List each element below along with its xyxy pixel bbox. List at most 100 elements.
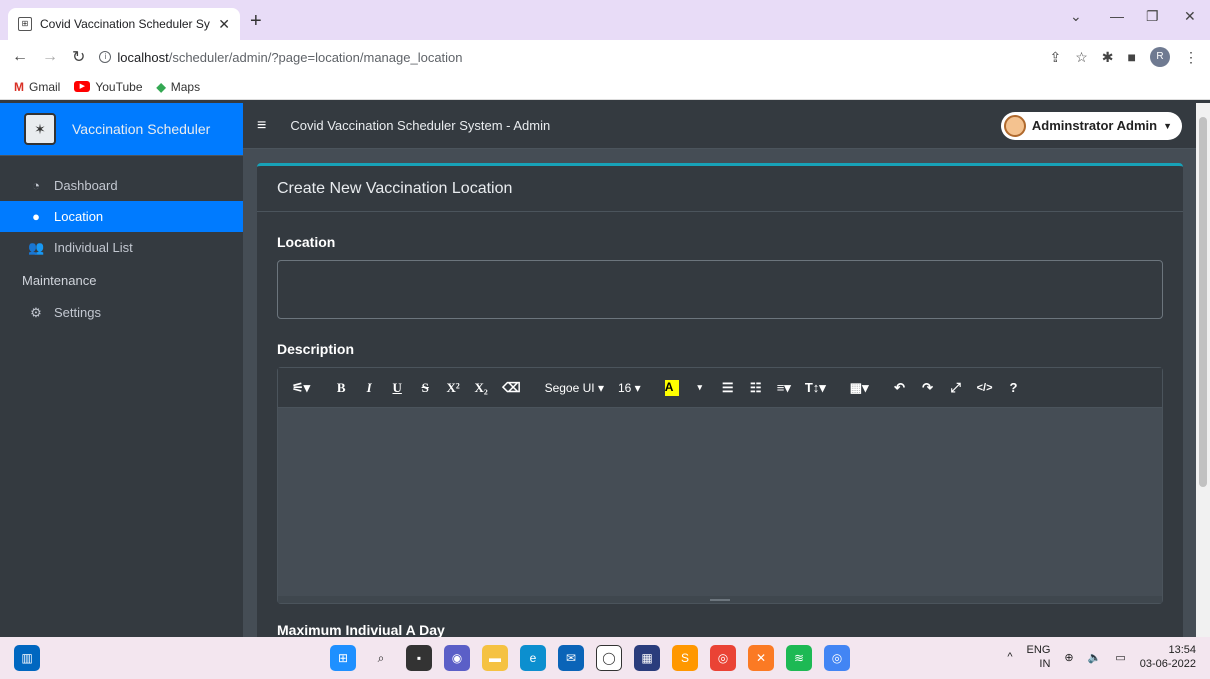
- code-view-icon[interactable]: </>: [971, 375, 999, 401]
- table-icon[interactable]: ▦▾: [844, 375, 875, 401]
- user-name: Adminstrator Admin: [1031, 118, 1158, 133]
- bookmark-maps[interactable]: ◆ Maps: [157, 80, 201, 94]
- help-icon[interactable]: ?: [1001, 375, 1027, 401]
- forward-icon[interactable]: →: [42, 48, 58, 66]
- font-family-dropdown[interactable]: Segoe UI ▾: [539, 375, 610, 401]
- color-dropdown-icon[interactable]: ▾: [687, 375, 713, 401]
- info-icon[interactable]: i: [99, 51, 112, 63]
- underline-icon[interactable]: U: [384, 375, 410, 401]
- chrome-profile-icon[interactable]: ◎: [824, 645, 850, 671]
- scrollbar-thumb[interactable]: [1199, 117, 1207, 487]
- task-view-icon[interactable]: ▪: [406, 645, 432, 671]
- close-window-icon[interactable]: ✕: [1184, 8, 1196, 25]
- highlight-color-button[interactable]: A: [659, 375, 685, 401]
- superscript-icon[interactable]: X²: [440, 375, 466, 401]
- restore-icon[interactable]: ❐: [1146, 8, 1159, 25]
- mail-icon[interactable]: ✉: [558, 645, 584, 671]
- browser-tab-bar: ⊞ Covid Vaccination Scheduler Syst ✕ + ⌄…: [0, 0, 1210, 40]
- user-menu-button[interactable]: Adminstrator Admin ▼: [1000, 111, 1182, 140]
- reload-icon[interactable]: ↻: [72, 47, 85, 67]
- language-indicator[interactable]: ENG IN: [1027, 643, 1051, 671]
- region-code: IN: [1039, 658, 1051, 670]
- file-explorer-icon[interactable]: ▬: [482, 645, 508, 671]
- youtube-icon: ▶: [74, 81, 91, 92]
- spotify-icon[interactable]: ≋: [786, 645, 812, 671]
- font-family-value: Segoe UI: [544, 380, 595, 395]
- new-tab-icon[interactable]: +: [250, 10, 262, 33]
- location-input[interactable]: [277, 260, 1163, 319]
- line-height-icon[interactable]: T↕▾: [799, 375, 832, 401]
- fullscreen-icon[interactable]: ⤢: [943, 375, 969, 401]
- close-tab-icon[interactable]: ✕: [218, 16, 230, 33]
- description-editor: ⚟▾ B I U S X² X₂ ⌫ Segoe UI ▾ 16 ▾ A ▾ ☰: [277, 367, 1163, 604]
- undo-icon[interactable]: ↶: [887, 375, 913, 401]
- widgets-icon[interactable]: ▥: [14, 645, 40, 671]
- taskbar-apps: ⊞ ⌕ ▪ ◉ ▬ e ✉ ◯ ▦ S ◎ ✕ ≋ ◎: [330, 645, 850, 671]
- map-marker-icon: ●: [32, 209, 40, 224]
- sidebar: ✶ Vaccination Scheduler ◔ Dashboard ● Lo…: [0, 103, 243, 637]
- hamburger-menu-icon[interactable]: ≡: [257, 117, 266, 135]
- language-code: ENG: [1026, 644, 1051, 656]
- sidepanel-icon[interactable]: ■: [1128, 49, 1136, 65]
- paragraph-align-icon[interactable]: ≡▾: [771, 375, 797, 401]
- bookmark-label: YouTube: [95, 79, 143, 94]
- share-icon[interactable]: ⇪: [1050, 49, 1062, 66]
- extensions-icon[interactable]: ✱: [1102, 49, 1114, 66]
- subscript-icon[interactable]: X₂: [468, 375, 494, 401]
- brand[interactable]: ✶ Vaccination Scheduler: [0, 103, 243, 156]
- sidebar-item-label: Settings: [54, 305, 101, 320]
- battery-icon[interactable]: ▭: [1115, 651, 1125, 664]
- sidebar-item-dashboard[interactable]: ◔ Dashboard: [0, 170, 243, 201]
- italic-icon[interactable]: I: [356, 375, 382, 401]
- time: 13:54: [1168, 644, 1196, 656]
- star-icon[interactable]: ☆: [1075, 49, 1088, 66]
- clock[interactable]: 13:54 03-06-2022: [1140, 643, 1196, 671]
- browser-tab[interactable]: ⊞ Covid Vaccination Scheduler Syst ✕: [8, 8, 240, 40]
- ordered-list-icon[interactable]: ☷: [743, 375, 769, 401]
- edge-icon[interactable]: e: [520, 645, 546, 671]
- sidebar-item-location[interactable]: ● Location: [0, 201, 243, 232]
- menu-icon[interactable]: ⋮: [1184, 49, 1198, 66]
- redo-icon[interactable]: ↷: [915, 375, 941, 401]
- windows-taskbar: ▥ ⊞ ⌕ ▪ ◉ ▬ e ✉ ◯ ▦ S ◎ ✕ ≋ ◎ ^ ENG IN ⊕ …: [0, 637, 1210, 679]
- windows-start-icon[interactable]: ⊞: [330, 645, 356, 671]
- url-field[interactable]: i localhost/scheduler/admin/?page=locati…: [99, 50, 1035, 65]
- strikethrough-icon[interactable]: S: [412, 375, 438, 401]
- sidebar-nav: ◔ Dashboard ● Location 👥 Individual List…: [0, 156, 243, 328]
- style-magic-icon[interactable]: ⚟▾: [286, 375, 316, 401]
- back-icon[interactable]: ←: [12, 48, 28, 66]
- editor-content-area[interactable]: [278, 408, 1162, 596]
- top-navbar: ≡ Covid Vaccination Scheduler System - A…: [243, 103, 1196, 149]
- maps-icon: ◆: [156, 79, 166, 94]
- chrome-icon[interactable]: ◎: [710, 645, 736, 671]
- location-form-card: Create New Vaccination Location Location…: [257, 163, 1183, 643]
- sidebar-item-label: Individual List: [54, 240, 133, 255]
- search-icon[interactable]: ⌕: [368, 645, 394, 671]
- tachometer-icon: ◔: [32, 178, 40, 193]
- sidebar-item-individual-list[interactable]: 👥 Individual List: [0, 232, 243, 263]
- minimize-icon[interactable]: —: [1110, 8, 1124, 24]
- sidebar-item-label: Location: [54, 209, 104, 224]
- sublime-icon[interactable]: S: [672, 645, 698, 671]
- dell-icon[interactable]: ◯: [596, 645, 622, 671]
- bold-icon[interactable]: B: [328, 375, 354, 401]
- card-body: Location Description ⚟▾ B I U S X² X₂ ⌫ …: [257, 234, 1183, 638]
- chevron-up-icon[interactable]: ^: [1007, 651, 1012, 663]
- xampp-icon[interactable]: ✕: [748, 645, 774, 671]
- dev-icon[interactable]: ▦: [634, 645, 660, 671]
- network-icon[interactable]: ⊕: [1064, 651, 1073, 664]
- tab-search-icon[interactable]: ⌄: [1070, 8, 1082, 25]
- page-scrollbar[interactable]: [1196, 103, 1210, 637]
- bookmark-youtube[interactable]: ▶ YouTube: [74, 79, 143, 94]
- volume-icon[interactable]: 🔈: [1088, 651, 1102, 664]
- sidebar-item-settings[interactable]: ⚙ Settings: [0, 297, 243, 328]
- bookmarks-bar: M Gmail ▶ YouTube ◆ Maps: [0, 74, 1210, 100]
- font-size-dropdown[interactable]: 16 ▾: [612, 375, 647, 401]
- profile-avatar[interactable]: R: [1150, 47, 1170, 67]
- unordered-list-icon[interactable]: ☰: [715, 375, 741, 401]
- editor-resize-handle[interactable]: [278, 596, 1162, 603]
- sidebar-item-label: Dashboard: [54, 178, 118, 193]
- chat-icon[interactable]: ◉: [444, 645, 470, 671]
- eraser-icon[interactable]: ⌫: [496, 375, 526, 401]
- bookmark-gmail[interactable]: M Gmail: [14, 80, 60, 94]
